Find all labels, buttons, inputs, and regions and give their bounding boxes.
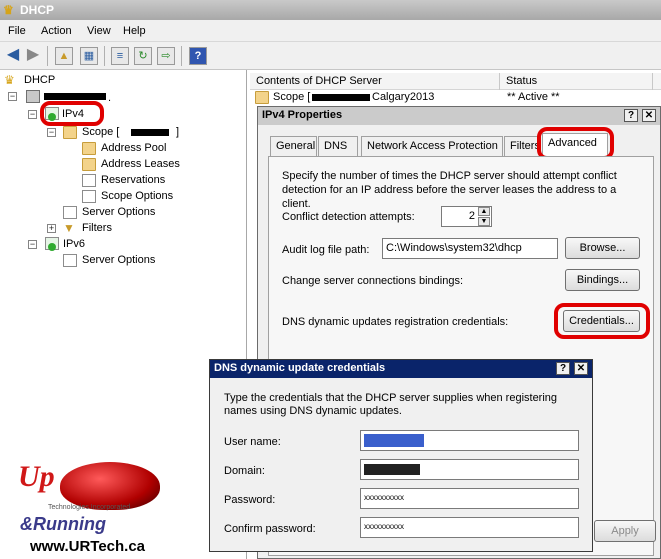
tree-ipv6-server-options[interactable]: Server Options — [82, 254, 155, 266]
menu-help[interactable]: Help — [123, 25, 146, 37]
dhcp-root-icon: ♛ — [4, 73, 15, 87]
scope-folder-icon — [63, 126, 77, 139]
redacted-scope-range — [312, 94, 370, 101]
password-label: Password: — [224, 494, 276, 506]
show-hide-tree-icon[interactable]: ▦ — [80, 47, 98, 65]
logo-up-text: Up — [18, 460, 55, 493]
apply-button[interactable]: Apply — [594, 520, 656, 542]
dns-credentials-dialog: DNS dynamic update credentials ? ✕ Type … — [209, 359, 593, 552]
spin-down-icon[interactable]: ▼ — [478, 217, 490, 226]
address-leases-icon — [82, 158, 96, 171]
confirm-password-label: Confirm password: — [224, 523, 316, 535]
list-header: Contents of DHCP Server Status — [250, 73, 661, 90]
cred-help-question-icon[interactable]: ? — [556, 362, 570, 375]
menu-file[interactable]: File — [8, 25, 26, 37]
domain-label: Domain: — [224, 465, 265, 477]
collapse-server-icon[interactable]: − — [8, 92, 17, 101]
tab-filters[interactable]: Filters — [504, 136, 540, 156]
export-list-icon[interactable]: ⇨ — [157, 47, 175, 65]
tree-address-leases[interactable]: Address Leases — [101, 158, 180, 170]
tree-ipv6[interactable]: IPv6 — [63, 238, 85, 250]
bindings-label: Change server connections bindings: — [282, 275, 464, 287]
tab-network-access-protection[interactable]: Network Access Protection — [361, 136, 503, 156]
dhcp-app-icon: ♛ — [3, 3, 14, 17]
tree-scope[interactable]: Scope [ — [82, 126, 119, 138]
tree-server-options[interactable]: Server Options — [82, 206, 155, 218]
close-icon[interactable]: ✕ — [642, 109, 656, 122]
dns-credentials-label: DNS dynamic updates registration credent… — [282, 316, 509, 328]
reservations-icon — [82, 174, 96, 187]
scope-options-icon — [82, 190, 96, 203]
conflict-attempts-label: Conflict detection attempts: — [282, 211, 415, 223]
forward-arrow-icon[interactable]: ▶ — [24, 47, 42, 65]
redacted-scope-name — [131, 129, 169, 136]
window-title-bar: ♛ DHCP — [0, 0, 661, 20]
dns-credentials-title: DNS dynamic update credentials — [214, 362, 386, 374]
logo-url: www.URTech.ca — [30, 538, 146, 555]
confirm-password-field[interactable]: xxxxxxxxxx — [360, 517, 579, 538]
menu-view[interactable]: View — [87, 25, 111, 37]
properties-icon[interactable]: ≡ — [111, 47, 129, 65]
filter-funnel-icon: ▼ — [63, 221, 75, 235]
row-status: ** Active ** — [507, 91, 560, 103]
up-folder-icon[interactable]: ▲ — [55, 47, 73, 65]
menu-bar: File Action View Help — [0, 20, 661, 42]
server-options-icon — [63, 206, 77, 219]
cred-close-icon[interactable]: ✕ — [574, 362, 588, 375]
scope-row-folder-icon — [255, 91, 269, 104]
tab-dns[interactable]: DNS — [318, 136, 358, 156]
ipv4-properties-title: IPv4 Properties — [262, 109, 343, 121]
dns-credentials-title-bar: DNS dynamic update credentials ? ✕ — [210, 360, 592, 378]
logo-running-text: &Running — [20, 514, 106, 534]
server-icon — [26, 90, 40, 103]
spin-up-icon[interactable]: ▲ — [478, 207, 490, 216]
tree-address-pool[interactable]: Address Pool — [101, 142, 166, 154]
audit-log-path-field[interactable]: C:\Windows\system32\dhcp — [382, 238, 558, 259]
audit-log-label: Audit log file path: — [282, 244, 370, 256]
credentials-highlight-ring — [554, 303, 650, 339]
redacted-domain — [364, 464, 420, 475]
urtech-logo: Up Technologies Incorporated &Running ww… — [18, 460, 208, 559]
collapse-ipv6-icon[interactable]: − — [28, 240, 37, 249]
tree-dhcp-root[interactable]: DHCP — [24, 74, 55, 86]
column-status[interactable]: Status — [506, 75, 537, 87]
ipv6-active-check-icon — [48, 243, 56, 251]
tree-scope-options[interactable]: Scope Options — [101, 190, 173, 202]
tree-filters[interactable]: Filters — [82, 222, 112, 234]
password-field[interactable]: xxxxxxxxxx — [360, 488, 579, 509]
menu-action[interactable]: Action — [41, 25, 72, 37]
expand-filters-icon[interactable]: + — [47, 224, 56, 233]
logo-tagline: Technologies Incorporated — [48, 504, 131, 511]
user-name-label: User name: — [224, 436, 281, 448]
domain-field[interactable] — [360, 459, 579, 480]
refresh-icon[interactable]: ↻ — [134, 47, 152, 65]
window-title: DHCP — [20, 3, 55, 17]
table-row[interactable]: Scope [ Calgary2013 ** Active ** — [250, 90, 661, 106]
redacted-server-name — [44, 93, 106, 100]
address-pool-icon — [82, 142, 96, 155]
bindings-button[interactable]: Bindings... — [565, 269, 640, 291]
back-arrow-icon[interactable]: ◀ — [4, 47, 22, 65]
red-mouse-icon — [60, 462, 160, 510]
redacted-user-name — [364, 434, 424, 447]
collapse-scope-icon[interactable]: − — [47, 128, 56, 137]
ipv6-server-options-icon — [63, 254, 77, 267]
ipv4-highlight-ring — [40, 101, 104, 126]
browse-button[interactable]: Browse... — [565, 237, 640, 259]
toolbar: ◀ ▶ ▲ ▦ ≡ ↻ ⇨ ? — [0, 42, 661, 70]
conflict-description: Specify the number of times the DHCP ser… — [282, 170, 617, 210]
user-name-field[interactable] — [360, 430, 579, 451]
ipv4-properties-title-bar: IPv4 Properties ? ✕ — [258, 107, 660, 125]
tree-reservations[interactable]: Reservations — [101, 174, 165, 186]
collapse-ipv4-icon[interactable]: − — [28, 110, 37, 119]
help-question-icon[interactable]: ? — [624, 109, 638, 122]
help-icon[interactable]: ? — [189, 47, 207, 65]
cred-description: Type the credentials that the DHCP serve… — [224, 392, 558, 417]
tab-general[interactable]: General — [270, 136, 317, 156]
column-contents[interactable]: Contents of DHCP Server — [256, 75, 382, 87]
